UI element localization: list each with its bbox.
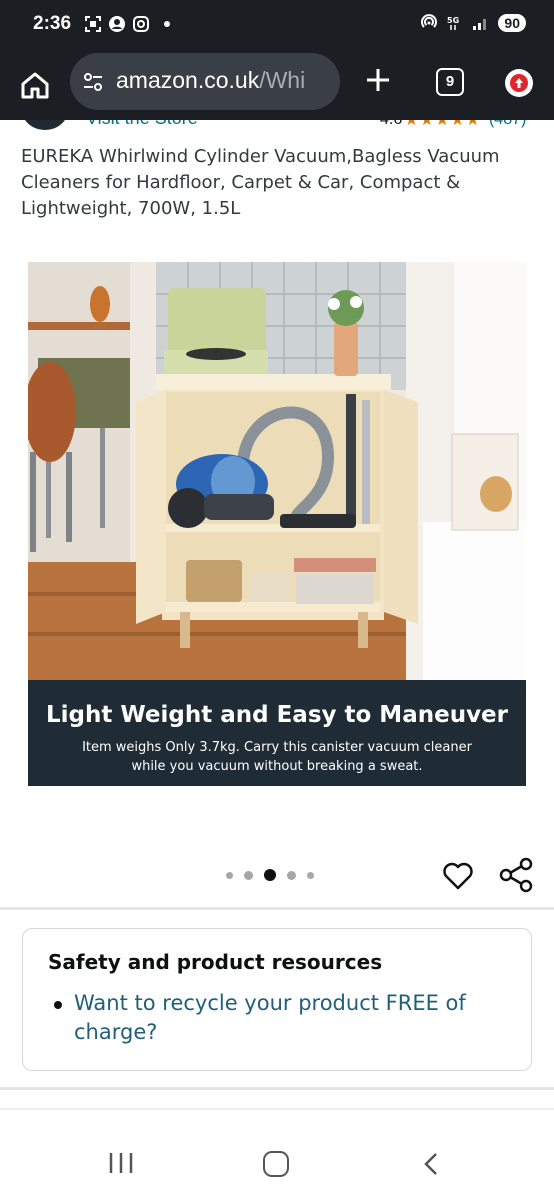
safety-resources-card: Safety and product resources Want to rec… bbox=[22, 928, 532, 1071]
signal-icon bbox=[473, 19, 487, 30]
carousel-dot[interactable] bbox=[287, 870, 296, 880]
tabs-icon[interactable]: 9 bbox=[436, 68, 464, 96]
status-bar: 2:36 5G 90 bbox=[0, 0, 554, 52]
caption-headline: Light Weight and Easy to Maneuver bbox=[45, 702, 509, 728]
visit-store-link[interactable]: Visit the Store bbox=[86, 120, 198, 129]
review-count[interactable]: (487) bbox=[489, 120, 526, 129]
star-rating-icon: ★★★★★ bbox=[404, 120, 481, 129]
status-time: 2:36 bbox=[33, 13, 72, 34]
url-path: /Whi bbox=[259, 67, 306, 93]
carousel-dot[interactable] bbox=[307, 871, 314, 879]
battery-icon: 90 bbox=[498, 14, 526, 32]
section-divider bbox=[0, 907, 554, 910]
instagram-icon bbox=[133, 16, 149, 32]
update-arrow-icon bbox=[515, 78, 523, 88]
bullet-icon bbox=[54, 1001, 62, 1009]
account-icon bbox=[109, 16, 125, 32]
carousel-dot[interactable] bbox=[244, 870, 253, 880]
recycle-link[interactable]: Want to recycle your product FREE of cha… bbox=[74, 989, 494, 1047]
section-divider bbox=[0, 1087, 554, 1090]
store-logo[interactable] bbox=[22, 120, 68, 130]
screenshot-icon bbox=[85, 16, 101, 32]
status-icons-right: 5G 90 bbox=[420, 14, 526, 32]
caption-body: Item weighs Only 3.7kg. Carry this canis… bbox=[82, 740, 472, 774]
carousel-dots[interactable] bbox=[226, 869, 314, 881]
svg-text:5G: 5G bbox=[447, 16, 459, 25]
url-domain: amazon.co.uk bbox=[116, 67, 260, 93]
product-image[interactable]: Light Weight and Easy to Maneuver Item w… bbox=[28, 262, 526, 786]
5g-icon: 5G bbox=[447, 16, 460, 30]
new-tab-icon[interactable] bbox=[362, 64, 394, 96]
safety-title: Safety and product resources bbox=[48, 950, 383, 974]
heart-icon[interactable] bbox=[441, 858, 475, 892]
status-icons-left bbox=[84, 15, 170, 33]
rating-value: 4.6 bbox=[380, 120, 402, 129]
section-divider bbox=[0, 1108, 554, 1110]
url-text[interactable]: amazon.co.uk/Whi bbox=[116, 67, 336, 94]
browser-toolbar: amazon.co.uk/Whi 9 bbox=[0, 52, 554, 120]
image-caption: Light Weight and Easy to Maneuver Item w… bbox=[28, 680, 526, 786]
notification-dot-icon bbox=[164, 21, 170, 27]
site-settings-icon[interactable] bbox=[82, 71, 104, 93]
carousel-dot[interactable] bbox=[226, 871, 233, 879]
recent-apps-icon[interactable] bbox=[108, 1152, 134, 1174]
home-icon[interactable] bbox=[18, 68, 52, 102]
hotspot-icon bbox=[421, 14, 438, 28]
carousel-dot-active[interactable] bbox=[264, 869, 276, 881]
menu-icon[interactable] bbox=[505, 69, 533, 97]
rating-summary[interactable]: 4.6 ★★★★★ (487) bbox=[380, 120, 526, 130]
product-title: EUREKA Whirlwind Cylinder Vacuum,Bagless… bbox=[21, 146, 500, 219]
back-icon[interactable] bbox=[421, 1152, 441, 1176]
address-bar[interactable]: amazon.co.uk/Whi bbox=[70, 53, 340, 110]
home-icon[interactable] bbox=[263, 1151, 289, 1177]
system-nav-bar bbox=[0, 1112, 554, 1200]
store-row: Visit the Store 4.6 ★★★★★ (487) bbox=[0, 120, 554, 132]
share-icon[interactable] bbox=[498, 857, 534, 893]
product-photo bbox=[28, 262, 526, 680]
